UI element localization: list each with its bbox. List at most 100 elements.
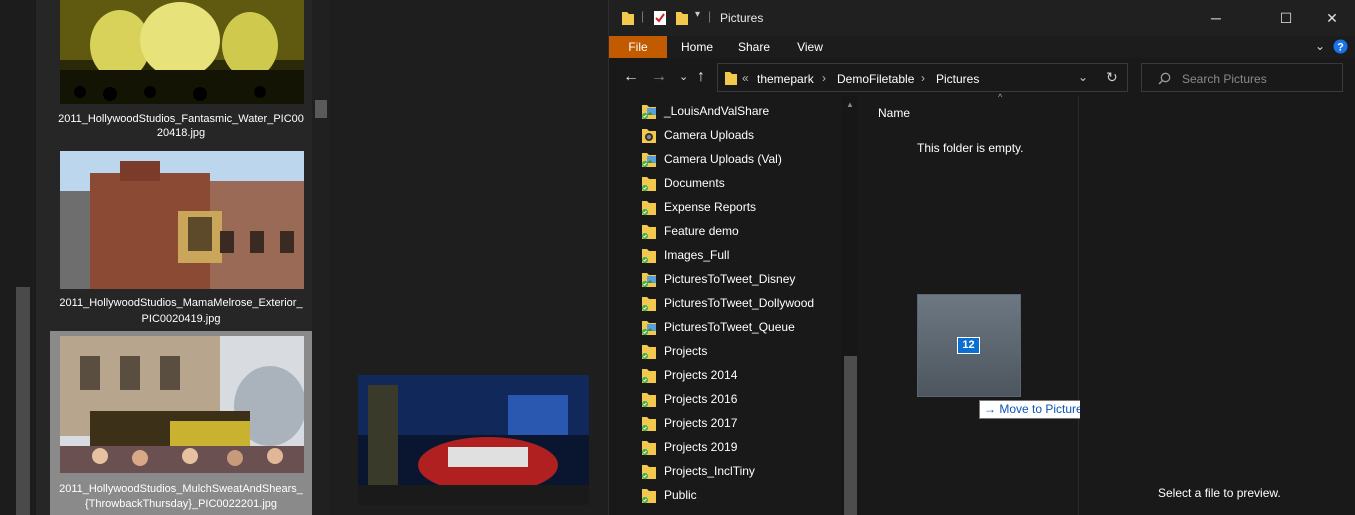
nav-item-label: Projects 2017 [664,416,738,430]
left-rail [0,0,35,515]
tab-view[interactable]: View [787,36,833,58]
address-bar[interactable]: « themepark › DemoFiletable › Pictures ⌄… [717,63,1128,92]
refresh-icon[interactable]: ↻ [1106,69,1118,86]
nav-item[interactable]: Feature demo [641,219,841,243]
folder-image-icon [642,153,656,167]
nav-item-label: Feature demo [664,224,739,238]
separator-icon: | [641,9,645,23]
thumbnail-caption-line2: PIC0020419.jpg [141,313,221,325]
folder-image-icon [642,273,656,287]
nav-item-label: _LouisAndValShare [664,104,770,118]
tab-home[interactable]: Home [671,36,723,58]
column-header-name[interactable]: Name [878,106,910,120]
folder-icon [725,72,737,85]
back-arrow-icon[interactable]: ← [623,68,639,86]
properties-icon[interactable] [653,10,667,26]
folder-synced-icon [642,441,656,455]
nav-item-label: PicturesToTweet_Dollywood [664,296,815,310]
nav-item-label: Documents [664,176,725,190]
up-arrow-icon[interactable]: ↑ [697,68,705,86]
nav-item[interactable]: Projects_InclTiny [641,459,841,483]
gallery-scrollbar-thumb[interactable] [315,100,327,118]
folder-synced-icon [642,345,656,359]
nav-item-label: Camera Uploads (Val) [664,152,782,166]
folder-synced-icon [642,225,656,239]
nav-item[interactable]: Public [641,483,841,507]
file-list-pane: ^ Name This folder is empty. 12 → Move t… [859,92,1096,515]
gallery-scrollbar[interactable] [312,0,330,515]
thumbnail-caption-line2: 20418.jpg [156,127,206,139]
drag-tooltip: → Move to Pictures [979,400,1096,419]
thumbnail-caption-line1: 2011_HollywoodStudios_Fantasmic_Water_PI… [58,113,304,125]
nav-item[interactable]: Projects 2016 [641,387,841,411]
nav-item[interactable]: Expense Reports [641,195,841,219]
nav-item-label: PicturesToTweet_Queue [664,320,795,334]
folder-synced-icon [642,393,656,407]
nav-item-label: PicturesToTweet_Disney [664,272,796,286]
expand-ribbon-icon[interactable]: ⌄ [1315,39,1325,53]
overflow-chevron-icon[interactable]: « [742,71,749,85]
search-input[interactable]: Search Pictures [1141,63,1343,92]
nav-scrollbar-thumb[interactable] [844,356,857,515]
tab-file[interactable]: File [609,36,667,58]
customize-toolbar-icon[interactable]: ▾ [695,9,700,20]
folder-image-icon [642,321,656,335]
recent-locations-icon[interactable]: ⌄ [679,70,688,83]
nav-scrollbar[interactable]: ▲ [842,96,857,515]
folder-image-icon [642,105,656,119]
folder-synced-icon [642,369,656,383]
drag-ghost-image: 12 [917,294,1021,397]
left-scrollbar-thumb[interactable] [16,287,30,515]
folder-synced-icon [642,177,656,191]
thumbnail-caption-line1: 2011_HollywoodStudios_MulchSweatAndShear… [59,483,303,495]
nav-item[interactable]: Images_Full [641,243,841,267]
nav-item-label: Projects 2014 [664,368,738,382]
help-icon[interactable]: ? [1333,39,1348,54]
thumbnail-card[interactable]: 2011_HollywoodStudios_Fantasmic_Water_PI… [50,0,312,148]
nav-item[interactable]: PicturesToTweet_Dollywood [641,291,841,315]
minimize-button[interactable]: ─ [1193,0,1239,36]
scroll-up-icon[interactable]: ▲ [846,100,854,109]
maximize-button[interactable]: ☐ [1263,0,1309,36]
preview-message: Select a file to preview. [1158,486,1281,500]
folder-synced-icon [642,201,656,215]
empty-folder-message: This folder is empty. [917,141,1024,155]
nav-item-label: Expense Reports [664,200,757,214]
folder-synced-icon [642,489,656,503]
thumbnail-card[interactable]: 2011_HollywoodStudios_MamaMelrose_Exteri… [50,150,312,330]
breadcrumb-demofiletable[interactable]: DemoFiletable [837,72,914,86]
new-folder-icon[interactable] [675,10,689,26]
nav-item-label: Public [664,488,697,502]
search-icon [1158,72,1171,85]
nav-item[interactable]: Projects 2014 [641,363,841,387]
nav-item[interactable]: Projects [641,339,841,363]
breadcrumb-themepark[interactable]: themepark [757,72,814,86]
nav-item[interactable]: Projects 2017 [641,411,841,435]
breadcrumb-pictures[interactable]: Pictures [936,72,979,86]
nav-item[interactable]: Camera Uploads [641,123,841,147]
forward-arrow-icon[interactable]: → [651,68,667,86]
file-explorer-window: | ▾ | Pictures ─ ☐ ✕ File Home Share Vie… [608,0,1355,515]
breadcrumb-separator-icon[interactable]: › [822,71,826,85]
thumbnail-caption-line1: 2011_HollywoodStudios_MamaMelrose_Exteri… [59,297,303,309]
thumbnail-card-selected[interactable]: 2011_HollywoodStudios_MulchSweatAndShear… [50,331,312,515]
folder-synced-icon [642,465,656,479]
nav-item[interactable]: _LouisAndValShare [641,99,841,123]
breadcrumb-separator-icon[interactable]: › [921,71,925,85]
nav-item[interactable]: PicturesToTweet_Disney [641,267,841,291]
title-bar: | ▾ | Pictures ─ ☐ ✕ [609,0,1355,36]
nav-item[interactable]: Camera Uploads (Val) [641,147,841,171]
nav-item-label: Projects_InclTiny [664,464,755,478]
nav-item[interactable]: Documents [641,171,841,195]
dragged-photo-preview [358,375,589,505]
address-dropdown-icon[interactable]: ⌄ [1078,70,1088,84]
nav-item[interactable]: PicturesToTweet_Queue [641,315,841,339]
nav-item[interactable]: Projects 2019 [641,435,841,459]
svg-text:?: ? [1337,42,1344,54]
folder-synced-icon [642,417,656,431]
close-button[interactable]: ✕ [1309,0,1355,36]
tab-share[interactable]: Share [729,36,779,58]
nav-item-label: Images_Full [664,248,730,262]
thumbnail-image [60,0,304,104]
nav-item-label: Projects [664,344,708,358]
